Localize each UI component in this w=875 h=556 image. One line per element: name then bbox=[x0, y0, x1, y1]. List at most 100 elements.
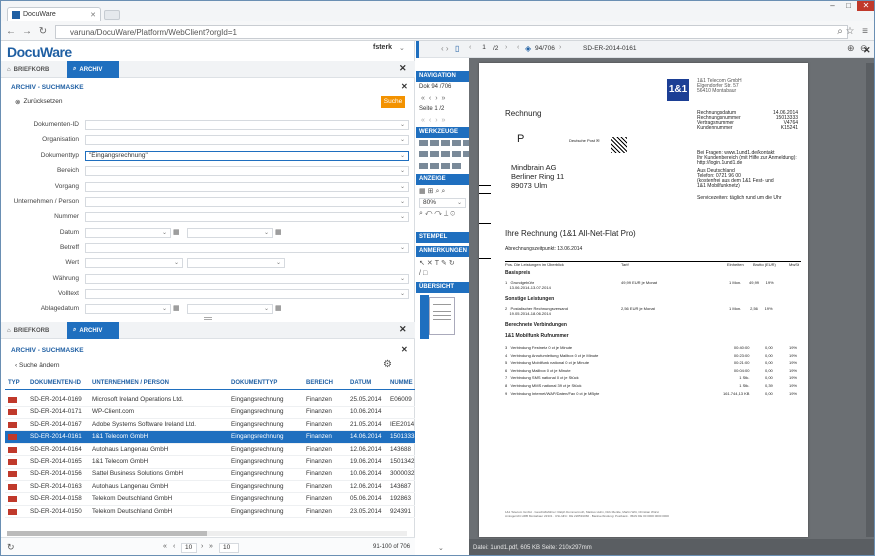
chevron-down-icon[interactable]: ⌄ bbox=[400, 198, 405, 206]
chevron-down-icon[interactable]: ⌄ bbox=[400, 121, 405, 129]
horizontal-scrollbar[interactable] bbox=[7, 531, 407, 536]
search-field-input[interactable]: ⌄ bbox=[85, 135, 409, 145]
calendar-icon[interactable]: ▦ bbox=[173, 228, 180, 236]
results-tab-briefkorb[interactable]: ⌂ BRIEFKORB bbox=[1, 322, 55, 339]
maximize-icon[interactable]: □ bbox=[842, 1, 855, 11]
chevron-down-icon[interactable]: ⌄ bbox=[400, 213, 405, 221]
search-field-input[interactable]: ⌄ bbox=[85, 197, 409, 207]
viewer-scrollbar[interactable] bbox=[866, 63, 874, 537]
chevron-down-icon[interactable]: ⌄ bbox=[400, 290, 405, 298]
column-header[interactable]: DOKUMENTEN-ID bbox=[30, 380, 81, 386]
search-field-input[interactable]: ⌄ bbox=[85, 166, 409, 176]
range-from-input[interactable]: ⌄ bbox=[85, 258, 183, 268]
search-field-input[interactable]: "Eingangsrechnung" ⌄ bbox=[85, 151, 409, 161]
table-row[interactable]: SD-ER-2014-0169 Microsoft Ireland Operati… bbox=[5, 394, 415, 407]
sidebar-view-header[interactable]: ANZEIGE bbox=[416, 174, 469, 185]
view-tools-icon[interactable]: ▦⊞⌕⌕ bbox=[419, 187, 447, 196]
zoom-select[interactable]: 80% ⌄ bbox=[419, 198, 466, 208]
range-to-input[interactable]: ⌄ bbox=[187, 304, 273, 314]
search-field-input[interactable]: ⌄ bbox=[85, 212, 409, 222]
page-thumbnail[interactable] bbox=[429, 297, 455, 335]
close-window-icon[interactable]: ✕ bbox=[857, 1, 874, 11]
browser-tab[interactable]: DocuWare ✕ bbox=[7, 7, 101, 21]
search-field-input[interactable]: ⌄ bbox=[85, 289, 409, 299]
forward-icon[interactable]: → bbox=[21, 25, 33, 38]
chevron-down-icon[interactable]: ⌄ bbox=[400, 183, 405, 191]
next-page-icon[interactable]: › bbox=[201, 543, 203, 550]
refresh-icon[interactable]: ↻ bbox=[7, 542, 15, 553]
minimize-icon[interactable]: – bbox=[826, 1, 839, 11]
last-page-icon[interactable]: » bbox=[209, 543, 213, 550]
table-row[interactable]: SD-ER-2014-0164 Autohaus Langenau GmbH Ein… bbox=[5, 444, 415, 457]
table-row[interactable]: SD-ER-2014-0150 Telekom Deutschland GmbH E… bbox=[5, 506, 415, 519]
table-row[interactable]: SD-ER-2014-0167 Adobe Systems Software Ir… bbox=[5, 419, 415, 432]
prev-doc-page-icon[interactable]: ‹ bbox=[469, 44, 471, 51]
tool-icon[interactable] bbox=[452, 151, 461, 158]
nav-page-arrows-icon[interactable]: «‹›» bbox=[421, 117, 449, 124]
search-field-input[interactable]: ⌄ bbox=[85, 182, 409, 192]
tool-icon[interactable] bbox=[430, 162, 439, 169]
sidebar-navigation-header[interactable]: NAVIGATION bbox=[416, 71, 469, 82]
search-button[interactable]: Suche bbox=[381, 96, 405, 108]
draw-tools-icon[interactable]: /□ bbox=[419, 270, 429, 277]
tool-icon[interactable] bbox=[452, 140, 461, 146]
close-results-icon[interactable]: ✕ bbox=[399, 324, 407, 335]
chevron-down-icon[interactable]: ⌄ bbox=[400, 244, 405, 252]
tab-archiv[interactable]: ⌕ ARCHIV bbox=[67, 61, 119, 78]
chevron-down-icon[interactable]: ⌄ bbox=[400, 275, 405, 283]
tool-icon[interactable] bbox=[419, 151, 428, 158]
nav-page-value[interactable]: 1 bbox=[434, 106, 437, 112]
tool-icon[interactable] bbox=[441, 140, 450, 146]
table-row[interactable]: SD-ER-2014-0165 1&1 Telecom GmbH Eingangsr… bbox=[5, 456, 415, 469]
viewer-nav-arrows-icon[interactable]: ‹ › bbox=[441, 44, 449, 53]
search-field-input[interactable]: ⌄ bbox=[85, 274, 409, 284]
rotate-tools-icon[interactable]: ⌕↶↷⊥⊙ bbox=[419, 210, 457, 218]
browser-menu-icon[interactable]: ≡ bbox=[859, 25, 871, 38]
chevron-down-icon[interactable]: ⌄ bbox=[264, 229, 269, 237]
per-page-select[interactable]: 10 bbox=[219, 543, 239, 553]
close-viewer-icon[interactable]: ✕ bbox=[863, 45, 871, 56]
nav-doc-value[interactable]: 94 bbox=[431, 84, 438, 90]
search-field-input[interactable]: ⌄ bbox=[85, 120, 409, 130]
new-tab-button[interactable] bbox=[104, 10, 120, 20]
viewer-page-input[interactable]: 1 bbox=[477, 44, 491, 54]
tool-icon[interactable] bbox=[430, 151, 439, 158]
close-tab-icon[interactable]: ✕ bbox=[90, 11, 96, 19]
next-doc-page-icon[interactable]: › bbox=[505, 44, 507, 51]
sidebar-tools-header[interactable]: WERKZEUGE bbox=[416, 127, 469, 138]
column-header[interactable]: DATUM bbox=[350, 380, 371, 386]
range-from-input[interactable]: ⌄ bbox=[85, 228, 171, 238]
back-icon[interactable]: ← bbox=[5, 25, 17, 38]
table-row[interactable]: SD-ER-2014-0158 Telekom Deutschland GmbH E… bbox=[5, 493, 415, 506]
chevron-down-icon[interactable]: ⌄ bbox=[162, 229, 167, 237]
column-header[interactable]: NUMME bbox=[390, 380, 413, 386]
zoom-in-icon[interactable]: ⊕ bbox=[847, 43, 855, 54]
reset-button[interactable]: ⊗ Zurücksetzen bbox=[15, 98, 62, 106]
chevron-down-icon[interactable]: ⌄ bbox=[400, 167, 405, 175]
sidebar-stamp-header[interactable]: STEMPEL bbox=[416, 232, 469, 243]
range-to-input[interactable]: ⌄ bbox=[187, 228, 273, 238]
prev-page-icon[interactable]: ‹ bbox=[173, 543, 175, 550]
column-header[interactable]: TYP bbox=[8, 380, 20, 386]
url-input[interactable]: varuna/DocuWare/Platform/WebClient?orgId… bbox=[55, 25, 848, 39]
gear-icon[interactable]: ⚙ bbox=[383, 359, 392, 370]
tool-icon[interactable] bbox=[419, 140, 428, 146]
change-search-link[interactable]: ‹ Suche ändern bbox=[15, 362, 59, 369]
column-header[interactable]: DOKUMENTTYP bbox=[231, 380, 277, 386]
table-row[interactable]: SD-ER-2014-0156 Sattel Business Solutions… bbox=[5, 468, 415, 481]
close-panel-icon[interactable]: ✕ bbox=[399, 63, 407, 74]
chevron-down-icon[interactable]: ⌄ bbox=[264, 305, 269, 313]
sidebar-annotations-header[interactable]: ANMERKUNGEN bbox=[416, 246, 469, 257]
chevron-down-icon[interactable]: ⌄ bbox=[276, 259, 281, 267]
tool-icon[interactable] bbox=[441, 162, 450, 169]
annotation-tools-icon[interactable]: ↖✕T✎↻ bbox=[419, 259, 457, 267]
nav-doc-arrows-icon[interactable]: «‹›» bbox=[421, 95, 449, 102]
page-input[interactable]: 10 bbox=[181, 543, 197, 553]
tool-icon[interactable] bbox=[419, 162, 428, 169]
column-header[interactable]: UNTERNEHMEN / PERSON bbox=[92, 380, 169, 386]
table-row[interactable]: SD-ER-2014-0163 Autohaus Langenau GmbH Ein… bbox=[5, 481, 415, 494]
tool-icon[interactable] bbox=[452, 162, 461, 169]
tab-briefkorb[interactable]: ⌂ BRIEFKORB bbox=[1, 61, 55, 78]
table-row[interactable]: SD-ER-2014-0171 WP-Client.com Eingangsrech… bbox=[5, 406, 415, 419]
range-to-input[interactable]: ⌄ bbox=[187, 258, 285, 268]
